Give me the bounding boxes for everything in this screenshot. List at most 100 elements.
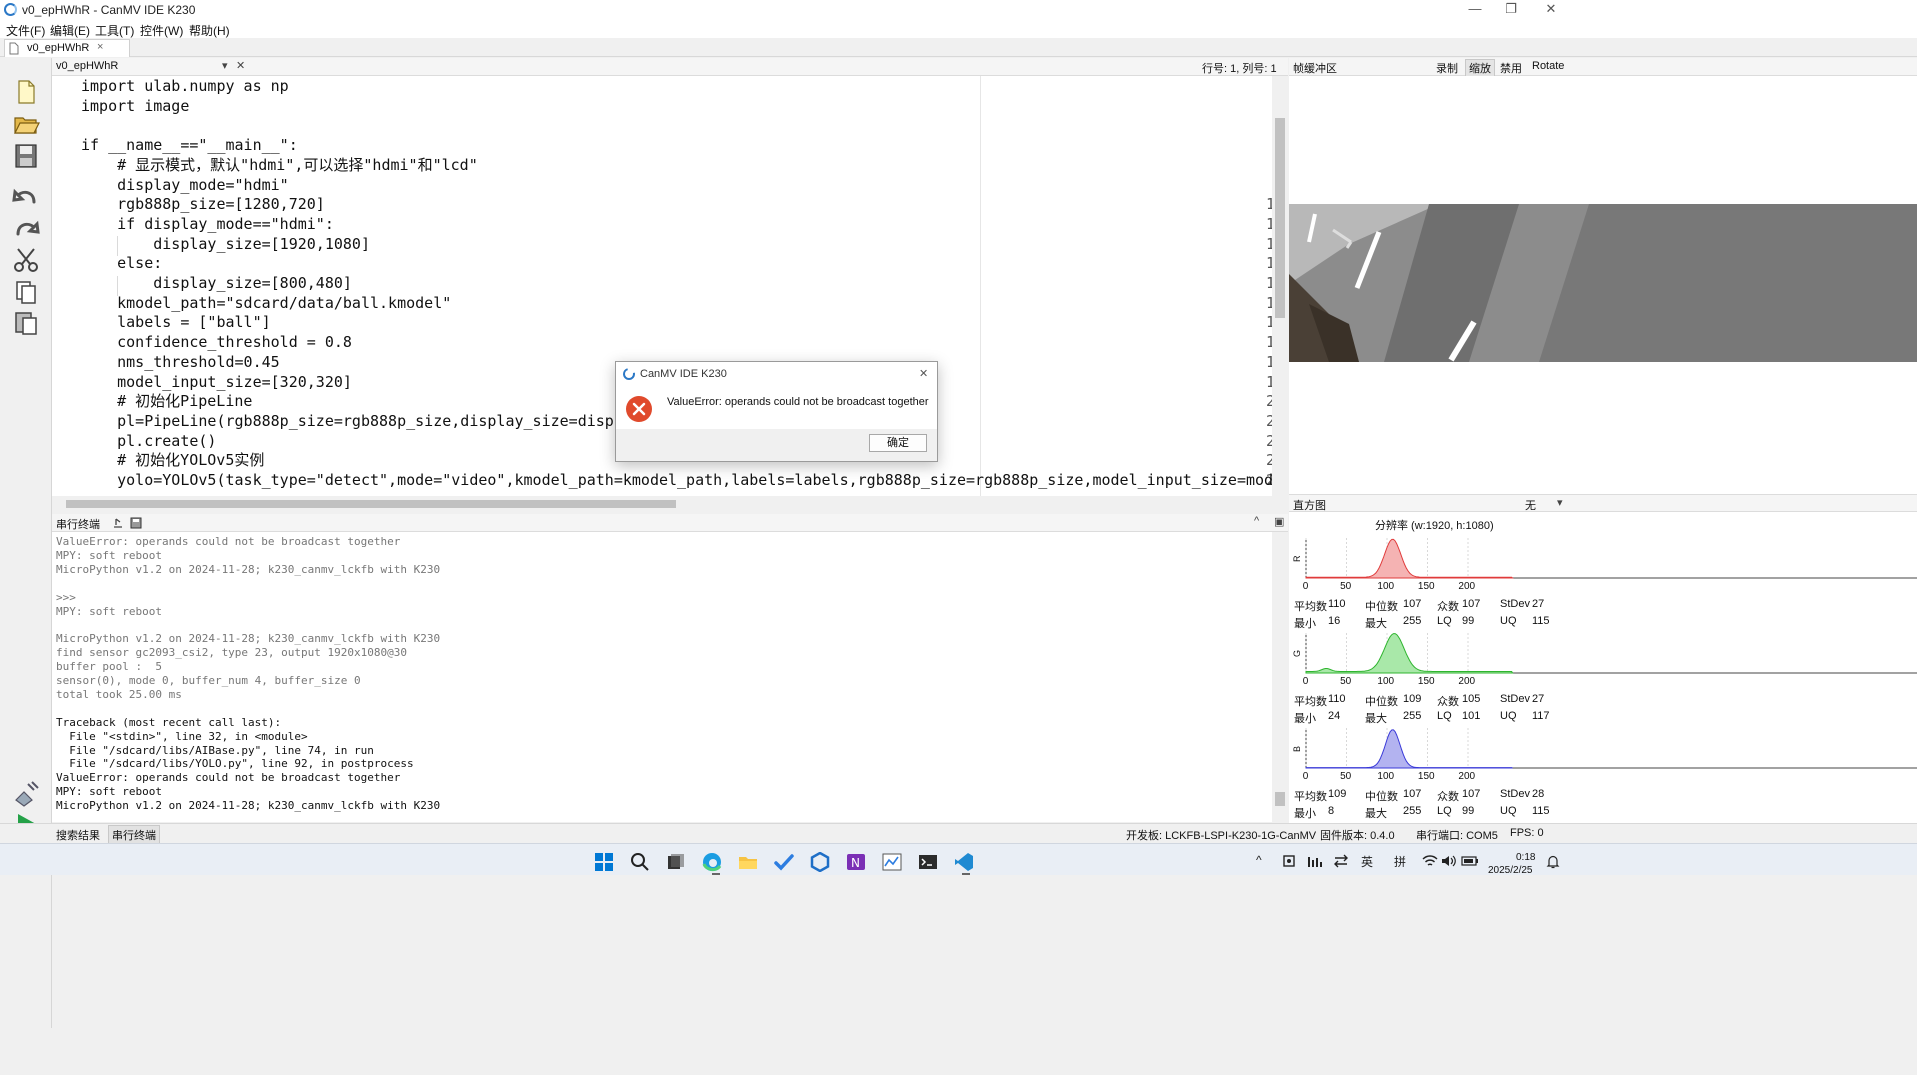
task-view-icon[interactable] [666, 852, 686, 872]
clock-date[interactable]: 2025/2/25 [1488, 865, 1533, 876]
dropdown-arrow-icon[interactable]: ▾ [222, 59, 228, 72]
tick-label: 150 [1418, 581, 1435, 592]
dialog-title: CanMV IDE K230 [640, 368, 727, 380]
copy-icon[interactable] [12, 278, 40, 306]
chart-app-icon[interactable] [882, 852, 902, 872]
network-device-icon[interactable] [1282, 854, 1296, 868]
channel-label: G [1292, 650, 1302, 657]
file-tab[interactable]: v0_epHWhR × [4, 39, 130, 57]
file-tab-close-icon[interactable]: × [97, 41, 103, 53]
save-icon[interactable] [12, 142, 40, 170]
serial-scroll-thumb[interactable] [1275, 792, 1285, 806]
float-panel-icon[interactable]: ▣ [1274, 515, 1284, 528]
todo-icon[interactable] [774, 852, 794, 872]
stat-value-median: 109 [1403, 693, 1422, 705]
paste-icon[interactable] [12, 308, 40, 336]
record-button[interactable]: 录制 [1436, 60, 1458, 76]
hscroll-thumb[interactable] [66, 500, 676, 508]
switch-icon[interactable] [1334, 854, 1348, 868]
code-line: display_mode="hdmi" [81, 175, 289, 194]
editor-horizontal-scrollbar[interactable] [52, 496, 1288, 512]
svg-text:N: N [851, 856, 860, 870]
serial-vertical-scrollbar[interactable] [1272, 532, 1288, 822]
windows-start-icon[interactable] [594, 852, 614, 872]
vscode-icon[interactable] [954, 852, 974, 872]
histogram-curve [1305, 633, 1514, 674]
stat-label-uq: UQ [1500, 710, 1517, 722]
tray-chevron-icon[interactable]: ^ [1256, 853, 1262, 867]
meter-icon[interactable] [1308, 854, 1322, 868]
close-editor-icon[interactable]: ✕ [236, 59, 245, 72]
file-icon [9, 42, 19, 55]
serial-terminal[interactable]: ValueError: operands could not be broadc… [52, 532, 1288, 822]
clock-time[interactable]: 0:18 [1516, 852, 1535, 863]
wifi-icon[interactable] [1422, 854, 1438, 868]
new-file-icon[interactable] [12, 78, 40, 106]
editor-vertical-scrollbar[interactable] [1272, 76, 1288, 496]
histogram-curve [1305, 538, 1514, 579]
close-button[interactable]: ✕ [1528, 0, 1574, 20]
clear-terminal-icon[interactable] [112, 517, 124, 529]
notification-bell-icon[interactable] [1546, 855, 1560, 869]
ime-language[interactable]: 英 [1361, 853, 1373, 870]
tick-label: 0 [1303, 771, 1309, 782]
tab-serial-terminal[interactable]: 串行终端 [108, 825, 160, 845]
open-folder-icon[interactable] [12, 110, 40, 138]
code-line: display_size=[1920,1080] [81, 234, 370, 253]
stat-value-max: 255 [1403, 710, 1422, 722]
terminal-icon[interactable] [918, 852, 938, 872]
disable-button[interactable]: 禁用 [1500, 60, 1522, 76]
window-title: v0_epHWhR - CanMV IDE K230 [22, 3, 196, 17]
undo-icon[interactable] [12, 182, 40, 210]
tick-label: 150 [1418, 771, 1435, 782]
scroll-thumb[interactable] [1275, 118, 1285, 318]
stat-label-max: 最大 [1365, 713, 1387, 725]
collapse-icon[interactable]: ^ [1254, 515, 1259, 527]
stat-value-mean: 109 [1328, 788, 1347, 800]
app-hex-icon[interactable] [810, 852, 830, 872]
menu-tools[interactable]: 工具(T) [95, 22, 134, 39]
onenote-icon[interactable]: N [846, 852, 866, 872]
connect-icon[interactable] [12, 780, 40, 808]
tick-label: 50 [1340, 581, 1352, 592]
file-selector[interactable]: v0_epHWhR [56, 60, 118, 72]
battery-icon[interactable] [1461, 854, 1479, 868]
cut-icon[interactable] [12, 246, 40, 274]
stat-value-mean: 110 [1328, 693, 1346, 705]
file-explorer-icon[interactable] [738, 852, 758, 872]
menu-widgets[interactable]: 控件(W) [140, 22, 183, 39]
zoom-button[interactable]: 缩放 [1465, 59, 1495, 77]
histogram-channel-r: 0 50 100 150 200 R [1292, 538, 1917, 592]
histogram-channel-g: 0 50 100 150 200 G [1292, 633, 1917, 687]
dropdown-arrow-icon[interactable]: ▾ [1557, 496, 1563, 509]
ime-mode[interactable]: 拼 [1394, 853, 1406, 870]
code-line: nms_threshold=0.45 [81, 352, 280, 371]
framebuffer-header: 帧缓冲区 录制 缩放 禁用 Rotate [1289, 58, 1917, 77]
code-line: pl=PipeLine(rgb888p_size=rgb888p_size,di… [81, 411, 623, 430]
serial-line: ValueError: operands could not be broadc… [56, 771, 401, 785]
search-icon[interactable] [630, 852, 650, 872]
redo-icon[interactable] [12, 214, 40, 242]
menu-help[interactable]: 帮助(H) [189, 22, 230, 39]
channel-label: R [1292, 555, 1302, 562]
stat-value-max: 255 [1403, 615, 1422, 627]
stat-label-mean: 平均数 [1294, 791, 1327, 803]
active-app-indicator [712, 873, 720, 875]
rotate-button[interactable]: Rotate [1532, 60, 1564, 72]
menu-file[interactable]: 文件(F) [6, 22, 45, 39]
tick-label: 100 [1377, 676, 1394, 687]
camera-frame [1289, 204, 1917, 362]
histogram-view: 分辨率 (w:1920, h:1080) 0 50 100 150 200 R 0 50 100… [1289, 512, 1917, 823]
tab-search-results[interactable]: 搜索结果 [56, 827, 100, 843]
edge-browser-icon[interactable] [702, 852, 722, 872]
dialog-close-icon[interactable]: ✕ [919, 367, 928, 380]
tick-label: 50 [1340, 676, 1352, 687]
save-log-icon[interactable] [130, 517, 142, 529]
volume-icon[interactable] [1441, 854, 1457, 868]
stat-value-uq: 115 [1532, 805, 1550, 817]
histogram-mode-select[interactable]: 无 [1525, 497, 1536, 513]
stat-label-stdev: StDev [1500, 693, 1530, 705]
menu-edit[interactable]: 编辑(E) [50, 22, 90, 39]
ok-button[interactable]: 确定 [869, 434, 927, 452]
title-bar: v0_epHWhR - CanMV IDE K230 — ❐ ✕ [0, 0, 1917, 20]
